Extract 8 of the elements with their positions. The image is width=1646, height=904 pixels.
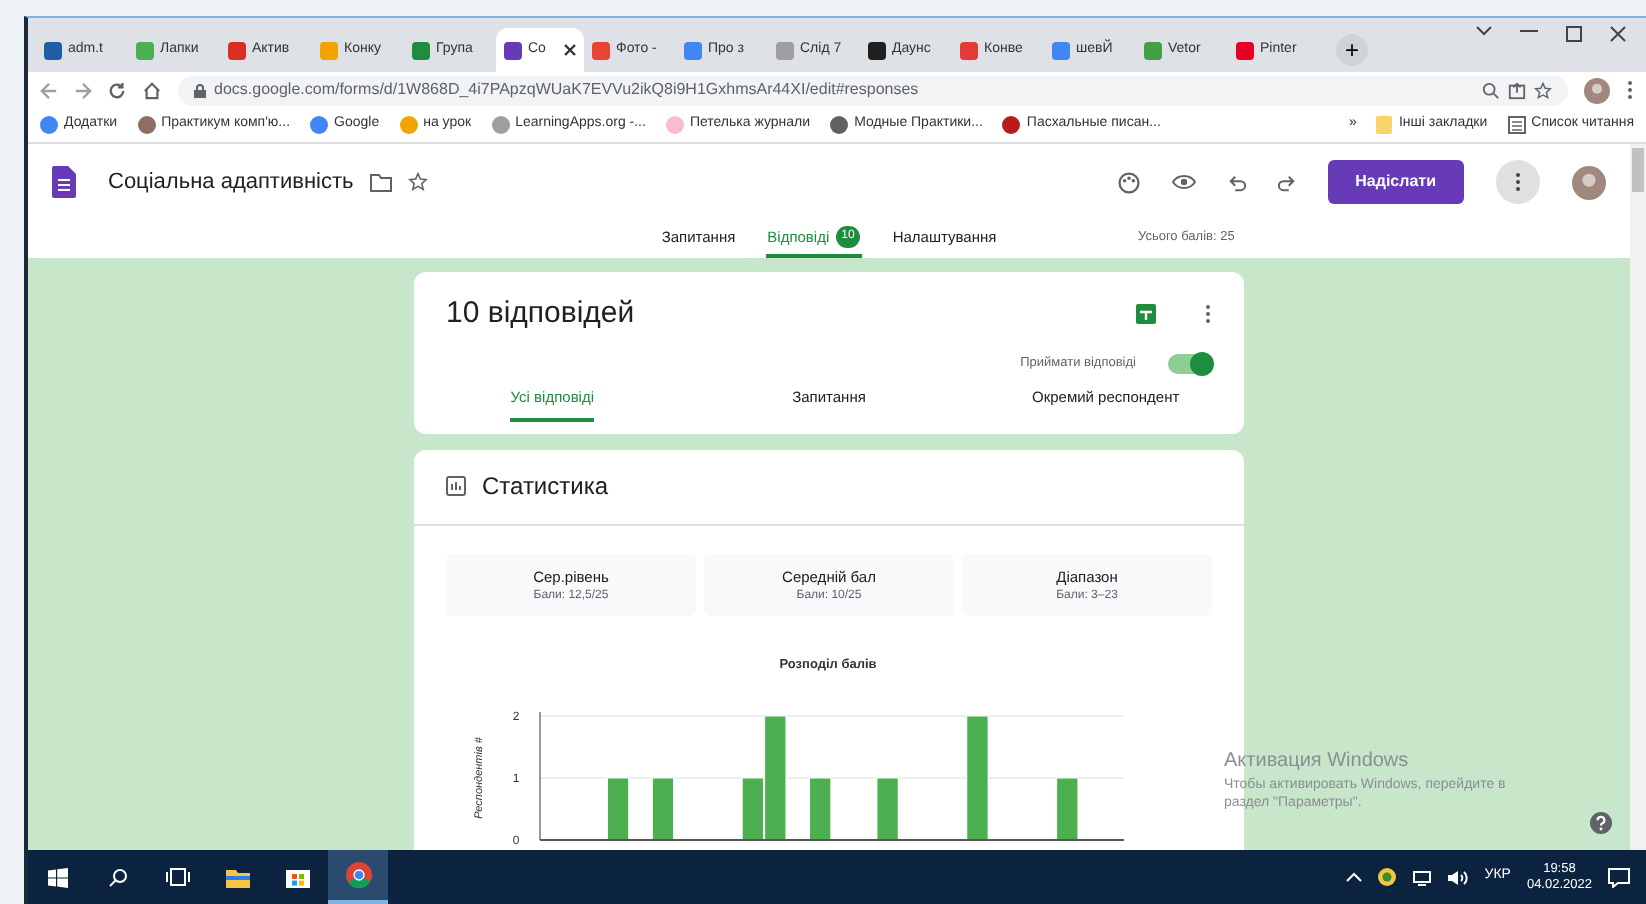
form-title[interactable]: Соціальна адаптивність	[108, 165, 354, 199]
address-bar[interactable]: docs.google.com/forms/d/1W868D_4i7PApzqWUaK7EVVu2ikQ8i9H1GxhmsAr44XI/edit#responses	[178, 75, 1568, 105]
send-button[interactable]: Надіслати	[1327, 160, 1464, 204]
new-tab-button[interactable]: +	[1336, 34, 1368, 66]
statistics-title: Статистика	[482, 470, 609, 505]
url-text: docs.google.com/forms/d/1W868D_4i7PApzqWUaK7EVVu2ikQ8i9H1GxhmsAr44XI/edit#responses	[214, 78, 921, 102]
responses-heading: 10 відповідей	[446, 294, 635, 334]
activation-title: Активация Windows	[1224, 748, 1411, 775]
